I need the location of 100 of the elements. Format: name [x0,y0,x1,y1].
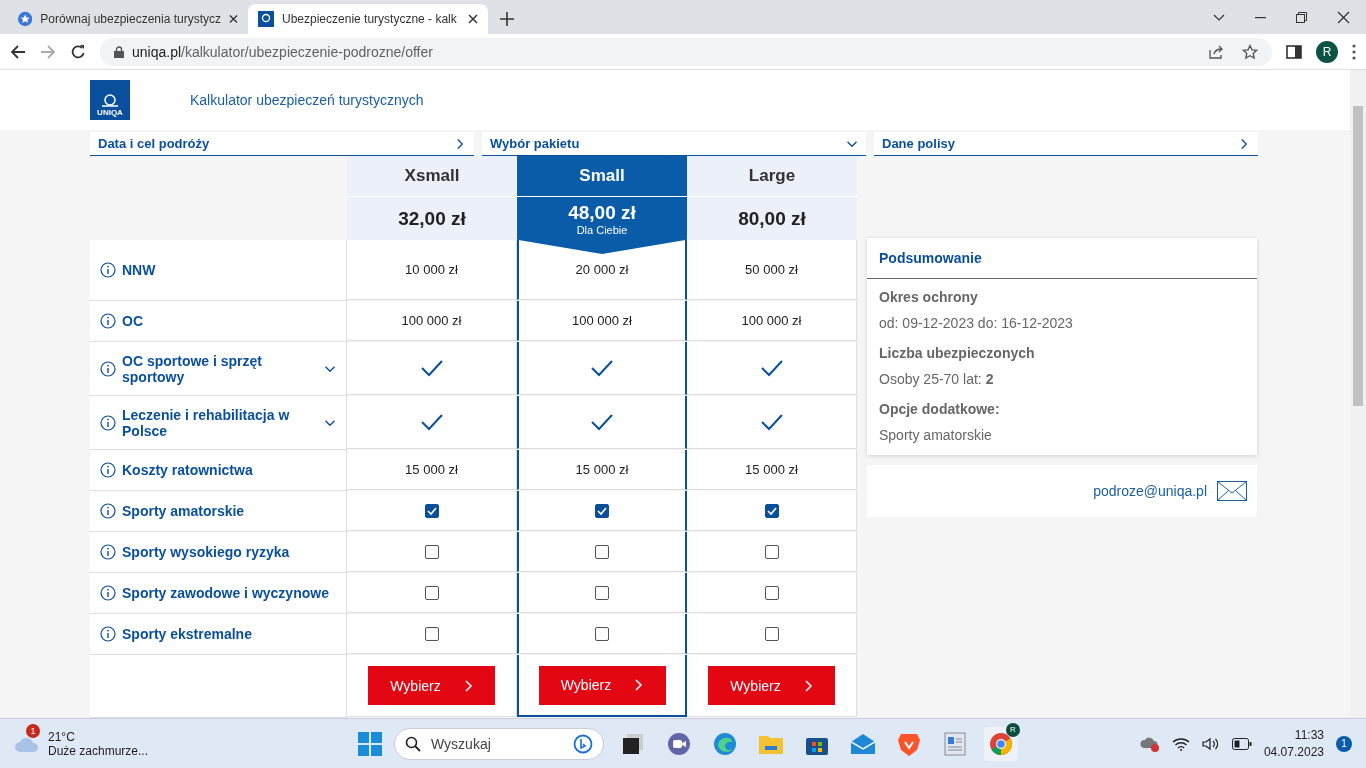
step-header[interactable]: Dane polisy [874,132,1258,156]
checkbox[interactable] [595,503,609,518]
info-icon[interactable] [100,262,116,278]
summary-heading: Opcje dodatkowe: [879,401,1001,417]
back-icon[interactable] [10,43,26,60]
close-icon[interactable] [229,14,238,24]
menu-icon[interactable] [1352,43,1356,60]
plan-name[interactable]: Xsmall [347,156,517,197]
coverage-amount: 100 000 zł [572,313,632,328]
summary-heading: Okres ochrony [879,289,979,305]
taskbar-search[interactable]: Wyszukaj [394,727,604,760]
share-icon[interactable] [1208,43,1224,60]
step-header[interactable]: Data i cel podróży [90,132,474,156]
weather-text: Duże zachmurze... [48,743,149,758]
coverage-amount: 20 000 zł [575,262,629,277]
coverage-label: Sporty wysokiego ryzyka [122,544,291,560]
coverage-amount: 100 000 zł [401,313,462,328]
info-icon[interactable] [100,503,116,519]
profile-badge: R [1006,722,1020,737]
coverage-label: Sporty ekstremalne [122,626,253,642]
clock[interactable]: 11:33 04.07.2023 [1263,726,1324,761]
coverage-label: Leczenie i rehabilitacja w Polsce [122,406,291,439]
scrollbar[interactable] [1350,70,1366,718]
tab-title: Porównaj ubezpieczenia turystycz [40,12,222,26]
browser-tab[interactable]: Ubezpieczenie turystyczne - kalk [248,4,488,34]
summary-title: Podsumowanie [879,250,982,266]
plan-price: 80,00 zł [687,197,857,240]
envelope-icon[interactable] [1217,481,1247,501]
coverage-amount: 15 000 zł [745,462,798,477]
info-icon[interactable] [100,544,116,560]
info-icon[interactable] [100,313,116,329]
page-title: Kalkulator ubezpieczeń turystycznych [190,92,424,108]
coverage-amount: 15 000 zł [575,462,629,477]
checkbox[interactable] [424,626,439,641]
plan-name[interactable]: Small [517,156,687,197]
close-icon[interactable] [468,14,478,24]
task-view-icon[interactable] [622,732,644,755]
mail-icon[interactable] [851,733,875,754]
chevron-icon [804,679,813,692]
folder-icon[interactable] [759,733,783,754]
star-icon[interactable] [1242,43,1258,60]
summary-value: od: 09-12-2023 do: 16-12-2023 [879,315,1074,331]
info-icon[interactable] [100,585,116,601]
document-icon[interactable] [944,731,966,756]
notification-badge: 1 [26,723,40,738]
checkbox[interactable] [595,585,609,600]
plus-icon[interactable] [500,12,514,26]
checkbox[interactable] [424,585,439,600]
uniqa-logo[interactable]: UNIQA [90,80,130,120]
select-plan-button[interactable]: Wybierz [708,666,835,705]
battery-icon[interactable] [1231,737,1252,750]
coverage-label: Sporty zawodowe i wyczynowe [122,585,330,601]
logo-icon [258,11,274,27]
checkbox[interactable] [595,544,609,559]
coverage-label: Sporty amatorskie [122,503,246,519]
edge-icon[interactable] [713,731,737,756]
select-plan-button[interactable]: Wybierz [538,665,666,705]
lock-icon [114,45,124,58]
summary-value: Osoby 25-70 lat: 2 [879,371,995,387]
close-icon[interactable] [1337,11,1350,24]
summary-heading: Liczba ubezpieczonych [879,345,1036,361]
windows-icon[interactable] [358,731,382,756]
checkbox[interactable] [595,626,609,641]
coverage-amount: 10 000 zł [405,262,458,277]
minimize-icon[interactable] [1255,16,1266,19]
notification-badge[interactable]: 1 [1336,735,1352,752]
temperature: 21°C [48,729,76,744]
checkbox[interactable] [764,585,779,600]
select-plan-button[interactable]: Wybierz [368,666,495,705]
email-link[interactable]: podroze@uniqa.pl [1093,483,1207,499]
search-icon [405,735,421,752]
info-icon[interactable] [100,414,116,431]
checkbox[interactable] [764,626,779,641]
address-bar[interactable]: uniqa.pl/kalkulator/ubezpieczenie-podrozne/offer [100,37,1272,66]
restore-icon[interactable] [1296,12,1307,23]
info-icon[interactable] [100,626,116,642]
checkbox[interactable] [424,544,439,559]
checkbox[interactable] [424,503,439,518]
browser-tab[interactable]: Porównaj ubezpieczenia turystycz [8,4,248,34]
reload-icon[interactable] [70,43,86,60]
summary-value: Sporty amatorskie [879,427,993,443]
info-icon[interactable] [100,462,116,478]
info-icon[interactable] [100,360,116,377]
checkbox[interactable] [764,544,779,559]
volume-icon[interactable] [1201,736,1220,751]
plan-name[interactable]: Large [687,156,857,197]
chevron-icon [464,679,473,692]
coverage-amount: 15 000 zł [405,462,458,477]
checkbox[interactable] [764,503,779,518]
lion-icon[interactable] [898,731,920,756]
cloud-error-icon[interactable] [1139,735,1160,752]
chevron-down-icon[interactable] [1213,13,1225,22]
wifi-icon[interactable] [1171,736,1190,751]
side-panel-icon[interactable] [1286,44,1302,59]
video-chat-icon[interactable] [667,731,691,756]
coverage-label: Koszty ratownictwa [122,462,254,478]
step-header[interactable]: Wybór pakietu [482,132,866,156]
tab-title: Ubezpieczenie turystyczne - kalk [282,12,457,26]
chrome-icon[interactable] [989,731,1013,756]
profile-avatar[interactable]: R [1316,40,1338,63]
